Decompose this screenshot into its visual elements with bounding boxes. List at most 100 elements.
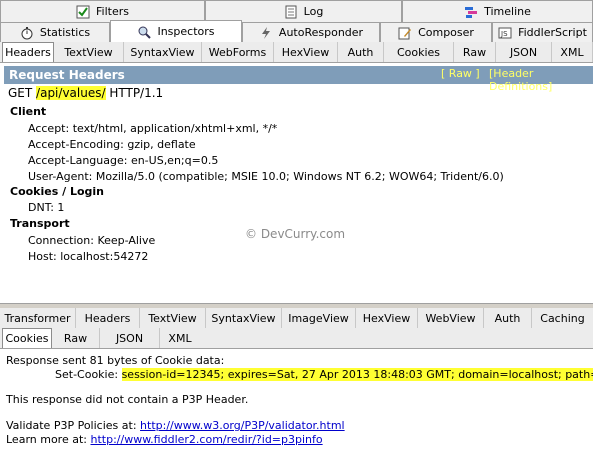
checkbox-checked-icon [76, 5, 90, 19]
timeline-icon [464, 5, 478, 19]
response-cookie-summary: Response sent 81 bytes of Cookie data: [6, 354, 225, 367]
response-tab-syntaxview[interactable]: SyntaxView [206, 308, 282, 328]
request-tab-headers-label: Headers [5, 46, 51, 59]
response-tab-xml-label: XML [168, 331, 192, 345]
top-tab-row-2: Statistics Inspectors AutoResponder Comp… [0, 20, 593, 42]
watermark: © DevCurry.com [245, 227, 346, 241]
header-accept: Accept: text/html, application/xhtml+xml… [28, 122, 278, 135]
response-tab-json[interactable]: JSON [100, 328, 160, 348]
svg-text:JS: JS [500, 30, 508, 38]
request-tab-json-label: JSON [509, 45, 538, 59]
request-tab-raw-label: Raw [462, 45, 487, 59]
tab-autoresponder[interactable]: AutoResponder [242, 22, 380, 42]
request-tab-textview[interactable]: TextView [54, 42, 124, 62]
request-tab-xml-label: XML [560, 45, 584, 59]
script-icon: JS [498, 26, 512, 40]
request-tab-strip: Headers TextView SyntaxView WebForms Hex… [0, 42, 593, 63]
tab-timeline-label: Timeline [484, 5, 531, 18]
response-tab-auth-label: Auth [494, 311, 521, 325]
header-accept-language: Accept-Language: en-US,en;q=0.5 [28, 154, 219, 167]
tab-statistics-label: Statistics [39, 26, 91, 39]
tab-timeline[interactable]: Timeline [402, 0, 593, 22]
tab-inspectors[interactable]: Inspectors [110, 20, 242, 42]
response-tab-transformer-label: Transformer [4, 311, 71, 325]
learn-more-label: Learn more at: [6, 433, 87, 446]
log-icon [284, 5, 298, 19]
request-tab-syntaxview-label: SyntaxView [130, 45, 195, 59]
request-tab-xml[interactable]: XML [552, 42, 593, 62]
lightning-icon [259, 26, 273, 40]
tab-inspectors-label: Inspectors [157, 25, 215, 38]
response-tab-cookies-label: Cookies [5, 332, 49, 345]
request-tab-auth[interactable]: Auth [338, 42, 384, 62]
tab-log-label: Log [303, 5, 324, 18]
header-connection: Connection: Keep-Alive [28, 234, 156, 247]
tab-fiddlerscript-label: FiddlerScript [518, 26, 587, 39]
request-tab-auth-label: Auth [347, 45, 374, 59]
tab-composer-label: Composer [418, 26, 474, 39]
response-tab-headers-label: Headers [84, 311, 131, 325]
request-tab-textview-label: TextView [64, 45, 113, 59]
inspector-icon [137, 25, 152, 39]
header-host: Host: localhost:54272 [28, 250, 149, 263]
response-tab-headers[interactable]: Headers [76, 308, 140, 328]
request-tab-cookies[interactable]: Cookies [384, 42, 454, 62]
response-tab-imageview-label: ImageView [288, 311, 349, 325]
set-cookie-value: session-id=12345; expires=Sat, 27 Apr 20… [121, 368, 593, 381]
request-protocol: HTTP/1.1 [109, 86, 164, 100]
request-tab-hexview[interactable]: HexView [274, 42, 338, 62]
stopwatch-icon [20, 26, 34, 40]
response-tab-auth[interactable]: Auth [484, 308, 532, 328]
request-tab-syntaxview[interactable]: SyntaxView [124, 42, 202, 62]
tab-statistics[interactable]: Statistics [0, 22, 110, 42]
tab-filters-label: Filters [96, 5, 129, 18]
validate-label: Validate P3P Policies at: [6, 419, 137, 432]
learn-more-link[interactable]: http://www.fiddler2.com/redir/?id=p3pinf… [91, 433, 323, 446]
response-tab-transformer[interactable]: Transformer [0, 308, 76, 328]
response-tab-raw[interactable]: Raw [52, 328, 100, 348]
response-tab-raw-label: Raw [63, 331, 88, 345]
tab-autoresponder-label: AutoResponder [278, 26, 364, 39]
response-tab-imageview[interactable]: ImageView [282, 308, 356, 328]
group-cookies-login-heading: Cookies / Login [10, 185, 104, 198]
response-tab-xml[interactable]: XML [160, 328, 200, 348]
response-tab-webview-label: WebView [425, 311, 476, 325]
request-headers-title: Request Headers [9, 68, 125, 82]
header-user-agent: User-Agent: Mozilla/5.0 (compatible; MSI… [28, 170, 504, 183]
request-tab-cookies-label: Cookies [396, 45, 441, 59]
request-headers-titlebar: Request Headers [ Raw ] [Header Definiti… [4, 66, 593, 93]
header-accept-encoding: Accept-Encoding: gzip, deflate [28, 138, 196, 151]
tab-log[interactable]: Log [205, 0, 402, 22]
request-tab-raw[interactable]: Raw [454, 42, 496, 62]
response-tab-hexview[interactable]: HexView [356, 308, 418, 328]
response-tab-strip-2: Cookies Raw JSON XML [0, 328, 593, 349]
group-transport-heading: Transport [10, 217, 70, 230]
tab-composer[interactable]: Composer [380, 22, 492, 42]
response-tab-textview-label: TextView [148, 311, 197, 325]
response-tab-cookies[interactable]: Cookies [2, 328, 52, 348]
request-tab-hexview-label: HexView [281, 45, 330, 59]
request-tab-webforms[interactable]: WebForms [202, 42, 274, 62]
request-method: GET [8, 86, 33, 100]
response-tab-webview[interactable]: WebView [418, 308, 484, 328]
response-tab-caching[interactable]: Caching [532, 308, 593, 328]
group-client-heading: Client [10, 105, 47, 118]
response-tab-syntaxview-label: SyntaxView [211, 311, 276, 325]
raw-link[interactable]: [ Raw ] [441, 67, 480, 80]
header-definitions-link[interactable]: [Header Definitions] [489, 67, 593, 93]
set-cookie-line: Set-Cookie: session-id=12345; expires=Sa… [55, 368, 593, 381]
validate-link[interactable]: http://www.w3.org/P3P/validator.html [140, 419, 345, 432]
response-tab-textview[interactable]: TextView [140, 308, 206, 328]
request-tab-headers[interactable]: Headers [2, 42, 54, 62]
response-tab-hexview-label: HexView [362, 311, 411, 325]
response-tab-json-label: JSON [115, 331, 144, 345]
request-tab-json[interactable]: JSON [496, 42, 552, 62]
request-tab-webforms-label: WebForms [208, 45, 267, 59]
response-tab-strip-1: Transformer Headers TextView SyntaxView … [0, 308, 593, 329]
request-path: /api/values/ [36, 86, 106, 100]
tab-fiddlerscript[interactable]: JS FiddlerScript [492, 22, 593, 42]
top-tab-row-1: Filters Log Timeline [0, 0, 593, 22]
tab-filters[interactable]: Filters [0, 0, 205, 22]
learn-more-line: Learn more at: http://www.fiddler2.com/r… [6, 433, 323, 446]
set-cookie-label: Set-Cookie: [55, 368, 119, 381]
